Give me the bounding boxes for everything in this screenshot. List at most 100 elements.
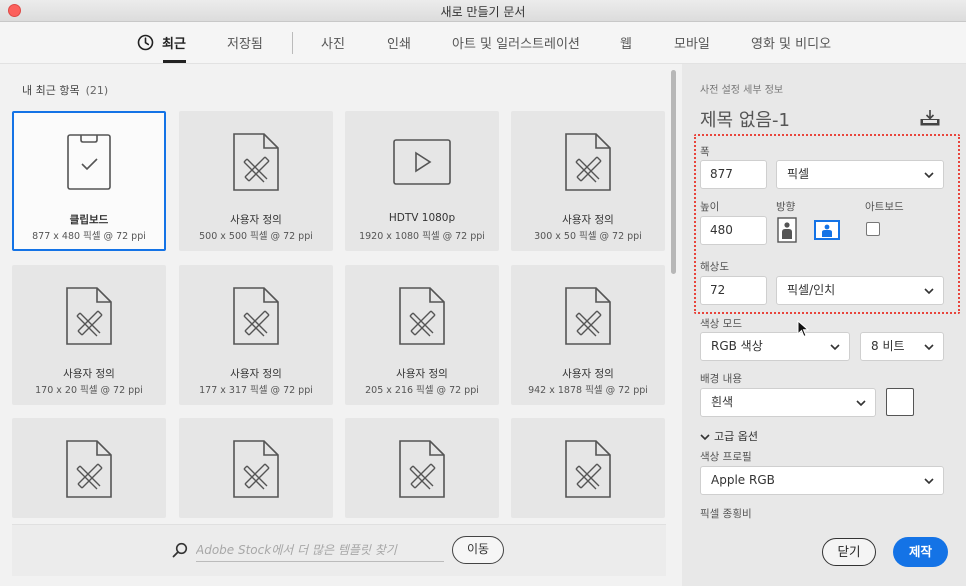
- advanced-options-label: 고급 옵션: [714, 430, 758, 443]
- custom-document-icon: [233, 287, 279, 345]
- recent-item[interactable]: 사용자 정의 177 x 317 픽셀 @ 72 ppi: [179, 265, 333, 405]
- color-profile-value: Apple RGB: [711, 473, 775, 487]
- color-mode-value: RGB 색상: [711, 339, 763, 353]
- tab-art-illustration[interactable]: 아트 및 일러스트레이션: [452, 33, 580, 52]
- chevron-down-icon: [924, 344, 934, 351]
- advanced-options-toggle[interactable]: 고급 옵션: [700, 428, 758, 444]
- recent-section-label: 내 최근 항목: [22, 84, 80, 97]
- pixel-aspect-label: 픽셀 종횡비: [700, 508, 752, 520]
- preset-details-panel: 사전 설정 세부 정보 제목 없음-1 폭 877 픽셀 높이 방향 아트보드 …: [682, 64, 966, 586]
- item-name: HDTV 1080p: [388, 212, 456, 224]
- video-icon: [393, 139, 451, 185]
- portrait-orientation-icon[interactable]: [777, 217, 797, 243]
- category-tab-bar: 최근 저장됨 사진 인쇄 아트 및 일러스트레이션 웹 모바일 영화 및 비디오: [0, 22, 966, 64]
- create-button[interactable]: 제작: [893, 537, 948, 567]
- tab-film-video[interactable]: 영화 및 비디오: [751, 33, 831, 52]
- save-preset-icon[interactable]: [920, 109, 940, 127]
- color-profile-label: 색상 프로필: [700, 451, 752, 463]
- artboard-checkbox[interactable]: [866, 222, 880, 236]
- clock-icon: [137, 34, 154, 51]
- custom-document-icon: [565, 133, 611, 191]
- item-size: 942 x 1878 픽셀 @ 72 ppi: [528, 385, 648, 396]
- resolution-input[interactable]: 72: [700, 276, 767, 305]
- item-size: 500 x 500 픽셀 @ 72 ppi: [199, 231, 313, 242]
- recent-item[interactable]: 사용자 정의 170 x 20 픽셀 @ 72 ppi: [12, 265, 166, 405]
- chevron-down-icon: [830, 344, 840, 351]
- recent-item[interactable]: [12, 418, 166, 518]
- item-size: 877 x 480 픽셀 @ 72 ppi: [32, 231, 146, 242]
- stock-search-input[interactable]: [196, 538, 444, 562]
- landscape-orientation-icon[interactable]: [814, 220, 840, 240]
- color-mode-dropdown[interactable]: RGB 색상: [700, 332, 850, 361]
- recent-item[interactable]: [511, 418, 665, 518]
- bit-depth-dropdown[interactable]: 8 비트: [860, 332, 944, 361]
- item-name: 사용자 정의: [63, 368, 115, 380]
- artboard-label: 아트보드: [865, 201, 904, 213]
- mouse-cursor-icon: [797, 320, 809, 338]
- recent-item-hdtv[interactable]: HDTV 1080p 1920 x 1080 픽셀 @ 72 ppi: [345, 111, 499, 251]
- background-dropdown[interactable]: 흰색: [700, 388, 876, 417]
- chevron-down-icon: [924, 172, 934, 179]
- background-color-swatch[interactable]: [886, 388, 914, 416]
- chevron-down-icon: [924, 288, 934, 295]
- custom-document-icon: [399, 440, 445, 498]
- recent-count: (21): [85, 84, 109, 97]
- tab-saved[interactable]: 저장됨: [227, 33, 263, 52]
- active-tab-indicator: [163, 60, 186, 63]
- custom-document-icon: [399, 287, 445, 345]
- recent-item[interactable]: 사용자 정의 300 x 50 픽셀 @ 72 ppi: [511, 111, 665, 251]
- chevron-down-icon: [700, 434, 710, 441]
- details-section-title: 사전 설정 세부 정보: [700, 85, 784, 96]
- custom-document-icon: [565, 440, 611, 498]
- clipboard-icon: [67, 134, 111, 190]
- recent-items-panel: 내 최근 항목 (21) 클립보드 877 x 480 픽셀 @ 72 ppi 사…: [0, 64, 682, 586]
- orientation-label: 방향: [776, 201, 796, 213]
- tab-mobile[interactable]: 모바일: [674, 33, 710, 52]
- color-mode-label: 색상 모드: [700, 318, 742, 330]
- tab-web[interactable]: 웹: [620, 33, 632, 52]
- resolution-label: 해상도: [700, 261, 729, 273]
- window-title: 새로 만들기 문서: [440, 5, 526, 19]
- item-size: 300 x 50 픽셀 @ 72 ppi: [534, 231, 642, 242]
- width-input[interactable]: 877: [700, 160, 767, 189]
- item-name: 사용자 정의: [230, 214, 282, 226]
- preset-name[interactable]: 제목 없음-1: [700, 106, 790, 132]
- item-name: 사용자 정의: [396, 368, 448, 380]
- custom-document-icon: [565, 287, 611, 345]
- item-size: 1920 x 1080 픽셀 @ 72 ppi: [359, 231, 485, 242]
- item-name: 클립보드: [69, 214, 109, 226]
- tab-recent[interactable]: 최근: [162, 33, 186, 52]
- width-unit-value: 픽셀: [787, 167, 810, 181]
- item-name: 사용자 정의: [230, 368, 282, 380]
- tab-photo[interactable]: 사진: [321, 33, 345, 52]
- recent-scrollbar[interactable]: [671, 70, 676, 274]
- go-button[interactable]: 이동: [452, 536, 504, 564]
- resolution-unit-dropdown[interactable]: 픽셀/인치: [776, 276, 944, 305]
- height-label: 높이: [700, 201, 720, 213]
- close-button[interactable]: 닫기: [822, 538, 876, 566]
- chevron-down-icon: [856, 400, 866, 407]
- width-label: 폭: [700, 146, 710, 158]
- bit-depth-value: 8 비트: [871, 339, 905, 353]
- height-input[interactable]: 480: [700, 216, 767, 245]
- resolution-unit-value: 픽셀/인치: [787, 283, 836, 297]
- custom-document-icon: [66, 287, 112, 345]
- recent-item[interactable]: [179, 418, 333, 518]
- recent-item[interactable]: [345, 418, 499, 518]
- custom-document-icon: [233, 133, 279, 191]
- tab-divider: [292, 32, 293, 54]
- search-icon: [172, 542, 188, 558]
- recent-item[interactable]: 사용자 정의 500 x 500 픽셀 @ 72 ppi: [179, 111, 333, 251]
- recent-item[interactable]: 사용자 정의 942 x 1878 픽셀 @ 72 ppi: [511, 265, 665, 405]
- tab-print[interactable]: 인쇄: [387, 33, 411, 52]
- stock-search-bar: 이동: [12, 524, 666, 576]
- title-bar: 새로 만들기 문서: [0, 0, 966, 22]
- recent-item-clipboard[interactable]: 클립보드 877 x 480 픽셀 @ 72 ppi: [12, 111, 166, 251]
- width-unit-dropdown[interactable]: 픽셀: [776, 160, 944, 189]
- recent-section-title: 내 최근 항목 (21): [22, 82, 108, 98]
- custom-document-icon: [66, 440, 112, 498]
- color-profile-dropdown[interactable]: Apple RGB: [700, 466, 944, 495]
- recent-item[interactable]: 사용자 정의 205 x 216 픽셀 @ 72 ppi: [345, 265, 499, 405]
- item-name: 사용자 정의: [562, 368, 614, 380]
- item-size: 170 x 20 픽셀 @ 72 ppi: [35, 385, 143, 396]
